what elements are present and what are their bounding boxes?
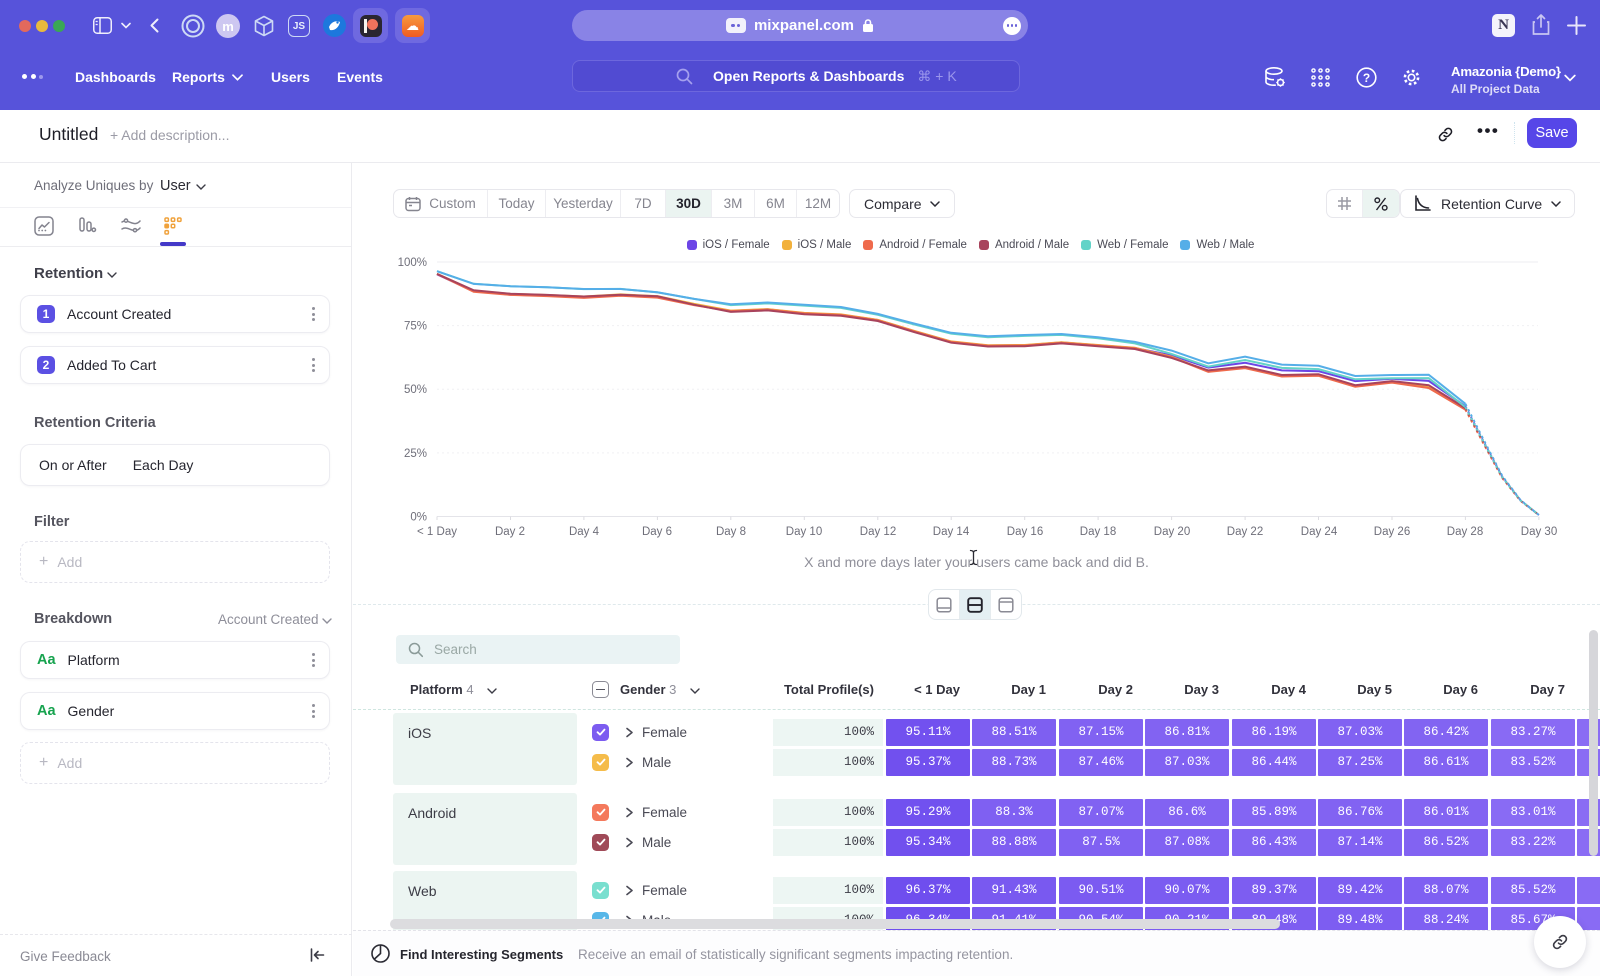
svg-text:50%: 50% [404,384,427,396]
svg-text:Day 8: Day 8 [716,526,746,538]
svg-text:Day 12: Day 12 [860,526,896,538]
svg-text:Day 2: Day 2 [495,526,525,538]
svg-text:Day 26: Day 26 [1374,526,1410,538]
svg-text:25%: 25% [404,448,427,460]
svg-text:Day 4: Day 4 [569,526,600,538]
svg-text:Day 18: Day 18 [1080,526,1116,538]
svg-text:0%: 0% [410,512,427,524]
svg-text:Day 16: Day 16 [1007,526,1043,538]
svg-text:Day 30: Day 30 [1521,526,1557,538]
svg-text:Day 24: Day 24 [1301,526,1338,538]
svg-text:Day 10: Day 10 [786,526,822,538]
svg-text:< 1 Day: < 1 Day [417,526,457,538]
svg-text:Day 28: Day 28 [1447,526,1483,538]
svg-text:Day 14: Day 14 [933,526,970,538]
svg-text:Day 6: Day 6 [642,526,672,538]
svg-text:75%: 75% [404,321,427,333]
svg-text:Day 20: Day 20 [1154,526,1190,538]
svg-text:100%: 100% [398,257,427,269]
svg-text:Day 22: Day 22 [1227,526,1263,538]
